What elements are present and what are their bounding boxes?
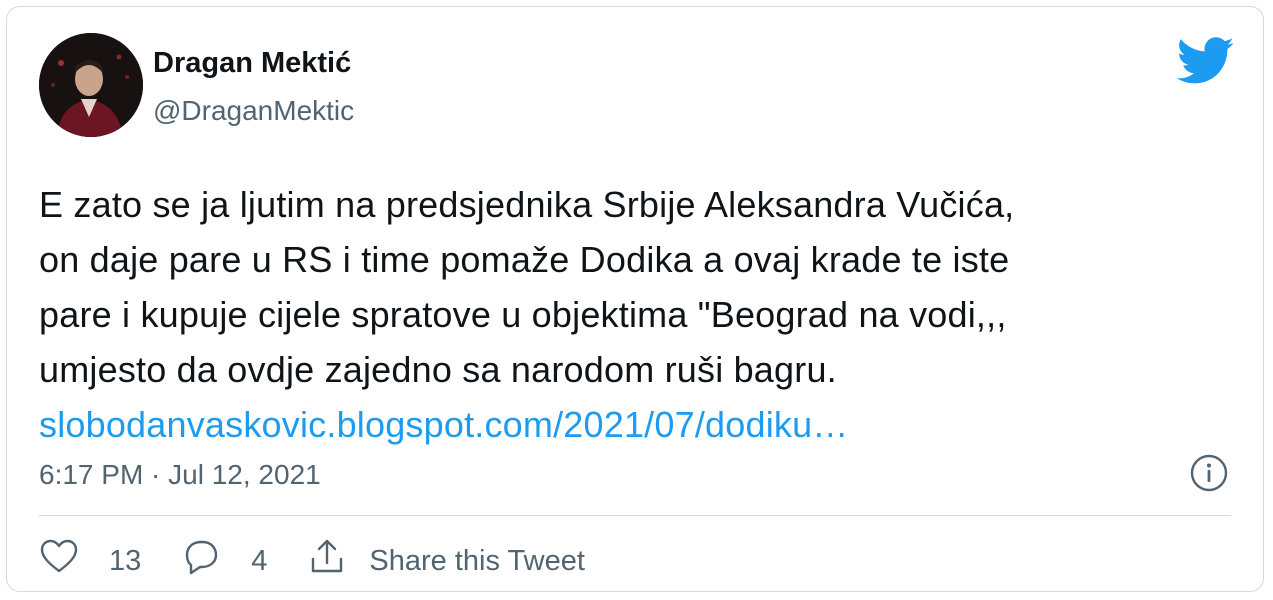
tweet-text-line: pare i kupuje cijele spratove u objektim… [39,294,1007,335]
like-count: 13 [109,544,142,577]
divider [39,515,1231,516]
reply-button[interactable]: 4 [181,537,267,585]
like-button[interactable]: 13 [39,537,141,585]
avatar[interactable] [39,33,143,137]
tweet-text-line: on daje pare u RS i time pomaže Dodika a… [39,239,1010,280]
author-name[interactable]: Dragan Mektić [153,47,351,80]
action-bar: 13 4 Share this Tweet [39,537,585,585]
info-icon[interactable] [1189,453,1229,493]
reply-count: 4 [251,544,268,577]
tweet-card[interactable]: Dragan Mektić @DraganMektic E zato se ja… [6,6,1264,592]
tweet-text-line: umjesto da ovdje zajedno sa narodom ruši… [39,349,837,390]
reply-icon [181,537,221,585]
twitter-bird-icon[interactable] [1176,37,1235,85]
tweet-link[interactable]: slobodanvaskovic.blogspot.com/2021/07/do… [39,397,1239,452]
share-label: Share this Tweet [369,544,585,577]
heart-icon [39,537,79,585]
tweet-text: E zato se ja ljutim na predsjednika Srbi… [39,177,1239,452]
share-button[interactable]: Share this Tweet [307,537,585,585]
tweet-text-line: E zato se ja ljutim na predsjednika Srbi… [39,184,1015,225]
share-icon [307,537,347,585]
tweet-timestamp[interactable]: 6:17 PM · Jul 12, 2021 [39,459,321,491]
author-handle[interactable]: @DraganMektic [153,95,354,127]
